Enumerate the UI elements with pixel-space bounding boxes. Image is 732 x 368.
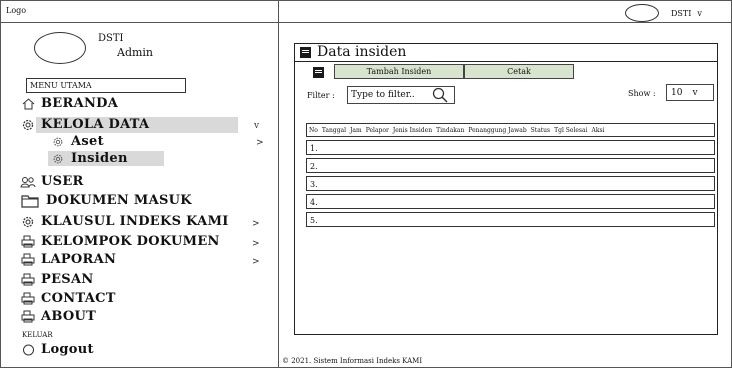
gear-icon [50, 135, 66, 149]
sidebar-item-aset[interactable]: Aset [50, 134, 104, 149]
sidebar-item-laporan[interactable]: LAPORAN [20, 252, 116, 267]
chevron-down-icon: v [254, 121, 260, 131]
sidebar-item-klausul-indeks-kami[interactable]: KLAUSUL INDEKS KAMI [20, 214, 229, 229]
printer-icon [20, 253, 36, 267]
chevron-right-icon: > [252, 219, 260, 229]
avatar [34, 32, 86, 64]
sidebar-item-label: Insiden [71, 151, 128, 166]
profile-name: DSTI [98, 33, 124, 44]
users-icon [20, 175, 36, 189]
show-value: 10 [671, 88, 683, 98]
sidebar-item-label: KLAUSUL INDEKS KAMI [41, 214, 229, 229]
page-title: Data insiden [300, 44, 406, 60]
header-divider [0, 22, 732, 23]
table-header: No Tanggal Jam Pelapor Jenis Insiden Tin… [306, 123, 715, 137]
column-header: Aksi [591, 126, 605, 134]
power-icon [20, 343, 36, 357]
filter-label: Filter : [307, 91, 335, 100]
user-menu-label: DSTI [671, 9, 692, 18]
home-icon [20, 97, 36, 111]
sidebar-item-label: DOKUMEN MASUK [46, 193, 192, 208]
user-menu[interactable]: DSTI v [671, 9, 702, 18]
section-keluar: KELUAR [22, 331, 53, 339]
sidebar-item-label: BERANDA [41, 96, 119, 111]
chevron-right-icon: > [252, 239, 260, 249]
column-header: Penanggung Jawab [468, 126, 527, 134]
header-avatar[interactable] [625, 4, 659, 22]
sidebar-item-about[interactable]: ABOUT [20, 309, 96, 324]
profile-role: Admin [117, 46, 154, 59]
chevron-right-icon: > [252, 257, 260, 267]
sidebar-item-contact[interactable]: CONTACT [20, 291, 116, 306]
sidebar-item-label: LAPORAN [41, 252, 117, 267]
sidebar-item-label: USER [41, 174, 84, 189]
gear-icon [20, 215, 36, 229]
sidebar-item-label: Aset [71, 134, 104, 149]
sidebar-item-dokumen-masuk[interactable]: DOKUMEN MASUK [20, 193, 192, 208]
sidebar-item-label: PESAN [41, 272, 94, 287]
table-row[interactable]: 1. [306, 140, 715, 155]
logout-button[interactable]: Logout [20, 342, 94, 357]
sidebar-item-label: KELOLA DATA [41, 117, 150, 132]
folder-icon [20, 194, 40, 208]
sidebar-item-label: ABOUT [41, 309, 97, 324]
column-header: Status [530, 126, 551, 134]
document-icon [313, 67, 324, 78]
sidebar-item-insiden[interactable]: Insiden [50, 151, 128, 166]
title-divider [294, 61, 718, 62]
insiden-table: No Tanggal Jam Pelapor Jenis Insiden Tin… [306, 123, 715, 227]
chevron-down-icon: v [697, 9, 702, 18]
printer-icon [20, 310, 36, 324]
printer-icon [20, 292, 36, 306]
column-header: Jam [350, 126, 362, 134]
document-icon [300, 46, 311, 58]
sidebar-item-label: CONTACT [41, 291, 116, 306]
table-row[interactable]: 2. [306, 158, 715, 173]
logo: Logo [6, 6, 27, 15]
column-header: No [309, 126, 318, 134]
table-row[interactable]: 4. [306, 194, 715, 209]
sidebar-item-pesan[interactable]: PESAN [20, 272, 94, 287]
search-icon[interactable] [432, 87, 448, 103]
logout-label: Logout [41, 342, 94, 357]
column-header: Tanggal [321, 126, 347, 134]
table-row[interactable]: 3. [306, 176, 715, 191]
show-select[interactable]: 10 v [666, 84, 714, 101]
sidebar-divider [278, 0, 279, 368]
chevron-right-icon: > [256, 138, 264, 148]
gear-icon [20, 118, 36, 132]
sidebar-item-user[interactable]: USER [20, 174, 84, 189]
footer-copyright: © 2021. Sistem Informasi Indeks KAMI [282, 357, 423, 365]
menu-title: MENU UTAMA [26, 78, 186, 93]
chevron-down-icon: v [692, 88, 698, 98]
column-header: Tindakan [436, 126, 465, 134]
sidebar-item-kelompok-dokumen[interactable]: KELOMPOK DOKUMEN [20, 234, 220, 249]
sidebar-item-label: KELOMPOK DOKUMEN [41, 234, 220, 249]
gear-icon [50, 152, 66, 166]
column-header: Jenis Insiden [392, 126, 433, 134]
column-header: Pelapor [365, 126, 389, 134]
print-button[interactable]: Cetak [464, 64, 574, 79]
printer-icon [20, 235, 36, 249]
show-label: Show : [628, 89, 656, 98]
page-title-text: Data insiden [317, 44, 407, 60]
sidebar-item-beranda[interactable]: BERANDA [20, 96, 118, 111]
table-row[interactable]: 5. [306, 212, 715, 227]
sidebar-item-kelola-data[interactable]: KELOLA DATA [20, 117, 149, 132]
add-insiden-button[interactable]: Tambah Insiden [334, 64, 464, 79]
printer-icon [20, 273, 36, 287]
column-header: Tgl Selesai [554, 126, 588, 134]
